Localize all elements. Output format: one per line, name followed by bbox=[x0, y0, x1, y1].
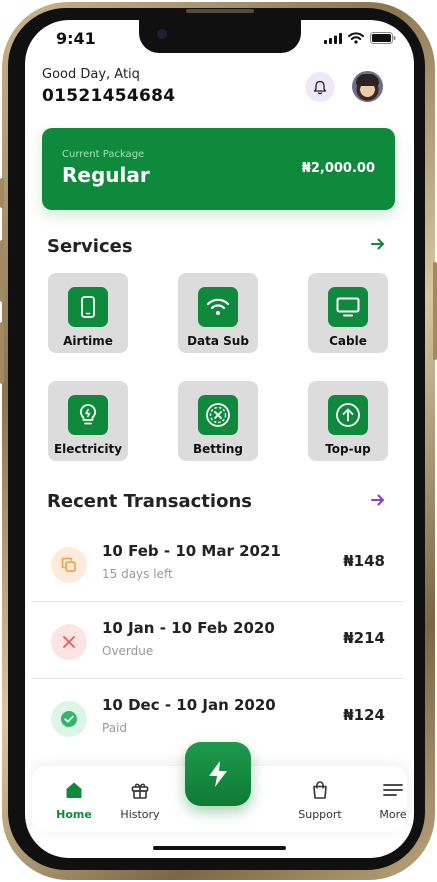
status-icons bbox=[324, 32, 396, 44]
front-camera bbox=[157, 29, 167, 39]
service-tile-electricity[interactable]: Electricity bbox=[48, 381, 128, 461]
signal-icon bbox=[324, 32, 342, 44]
battery-icon bbox=[370, 32, 396, 44]
nav-support[interactable]: Support bbox=[290, 780, 350, 821]
transaction-period: 10 Dec - 10 Jan 2020 bbox=[102, 696, 276, 714]
transaction-amount: ₦214 bbox=[343, 629, 385, 647]
nav-label: More bbox=[379, 808, 407, 821]
home-icon bbox=[66, 782, 82, 798]
transaction-row[interactable]: 10 Feb - 10 Mar 2021 15 days left ₦148 bbox=[31, 525, 405, 602]
transaction-amount: ₦124 bbox=[343, 706, 385, 724]
transaction-period: 10 Feb - 10 Mar 2021 bbox=[102, 542, 281, 560]
service-tile-airtime[interactable]: Airtime bbox=[48, 273, 128, 353]
avatar-hair bbox=[356, 74, 379, 86]
service-tile-data-sub[interactable]: Data Sub bbox=[178, 273, 258, 353]
service-label: Data Sub bbox=[187, 334, 249, 348]
service-tile-cable[interactable]: Cable bbox=[308, 273, 388, 353]
arrow-right-icon bbox=[371, 238, 384, 250]
nav-label: Home bbox=[56, 808, 92, 821]
transactions-see-all-button[interactable] bbox=[371, 491, 385, 512]
volume-up-button bbox=[0, 240, 4, 302]
transaction-status: 15 days left bbox=[102, 567, 173, 581]
service-tile-top-up[interactable]: Top-up bbox=[308, 381, 388, 461]
mute-switch bbox=[0, 178, 4, 208]
service-label: Airtime bbox=[63, 334, 113, 348]
transaction-row[interactable]: 10 Jan - 10 Feb 2020 Overdue ₦214 bbox=[31, 602, 405, 679]
wifi-icon bbox=[198, 287, 238, 327]
gift-icon bbox=[131, 783, 149, 799]
power-button bbox=[433, 262, 437, 360]
service-label: Top-up bbox=[325, 442, 371, 456]
greeting-text: Good Day, Atiq bbox=[42, 67, 140, 82]
current-package-card[interactable]: Current Package Regular ₦2,000.00 bbox=[42, 128, 395, 210]
nav-home[interactable]: Home bbox=[44, 780, 104, 821]
menu-icon bbox=[383, 784, 403, 796]
bell-icon bbox=[313, 80, 327, 94]
wifi-status-icon bbox=[348, 32, 364, 44]
shopping-bag-icon bbox=[313, 781, 327, 799]
phone-icon bbox=[68, 287, 108, 327]
betting-icon bbox=[198, 395, 238, 435]
recent-transactions-title: Recent Transactions bbox=[47, 491, 252, 512]
transaction-status: Paid bbox=[102, 721, 128, 735]
transaction-period: 10 Jan - 10 Feb 2020 bbox=[102, 619, 275, 637]
notch bbox=[139, 20, 301, 53]
volume-down-button bbox=[0, 322, 4, 384]
transaction-amount: ₦148 bbox=[343, 552, 385, 570]
check-icon bbox=[51, 701, 87, 737]
arrow-up-circle-icon bbox=[328, 395, 368, 435]
services-title: Services bbox=[47, 236, 133, 257]
lightning-icon bbox=[209, 761, 227, 787]
nav-label: History bbox=[120, 808, 160, 821]
transaction-status: Overdue bbox=[102, 644, 154, 658]
service-tile-betting[interactable]: Betting bbox=[178, 381, 258, 461]
package-label: Current Package bbox=[62, 149, 145, 160]
status-time: 9:41 bbox=[56, 29, 96, 48]
service-label: Cable bbox=[329, 334, 367, 348]
bulb-icon bbox=[68, 395, 108, 435]
close-icon bbox=[51, 624, 87, 660]
package-name: Regular bbox=[62, 163, 150, 187]
service-label: Electricity bbox=[53, 442, 123, 456]
nav-label: Support bbox=[298, 808, 342, 821]
arrow-right-icon bbox=[371, 494, 384, 506]
quick-action-button[interactable] bbox=[185, 742, 251, 806]
notifications-button[interactable] bbox=[305, 72, 335, 102]
earpiece-speaker bbox=[186, 9, 254, 13]
services-see-all-button[interactable] bbox=[371, 235, 385, 256]
nav-more[interactable]: More bbox=[363, 780, 414, 821]
package-amount: ₦2,000.00 bbox=[301, 161, 375, 176]
service-label: Betting bbox=[192, 442, 243, 456]
nav-history[interactable]: History bbox=[110, 780, 170, 821]
tv-icon bbox=[328, 287, 368, 327]
home-indicator[interactable] bbox=[153, 846, 286, 850]
app-screen: 9:41 Good Day, Atiq 01521454684 Current … bbox=[25, 20, 414, 858]
copy-icon bbox=[51, 547, 87, 583]
user-avatar[interactable] bbox=[352, 71, 383, 102]
account-phone-number: 01521454684 bbox=[42, 86, 176, 106]
